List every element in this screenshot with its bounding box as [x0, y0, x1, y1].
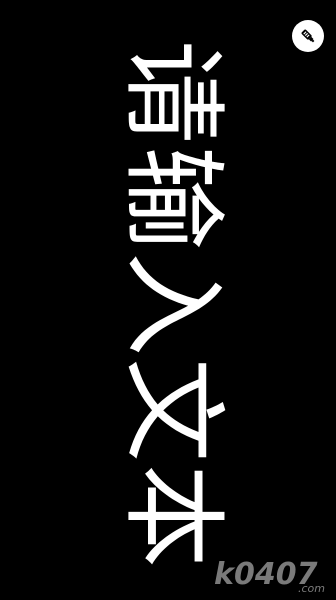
settings-button[interactable]	[292, 20, 324, 52]
rocket-speaker-icon	[298, 26, 318, 46]
watermark-logo-suffix: .com	[298, 582, 325, 595]
watermark-logo: k0407 .com	[212, 554, 332, 596]
marquee-screen: 请输入文本 k0407 .com	[0, 0, 336, 600]
marquee-text[interactable]: 请输入文本	[112, 40, 234, 600]
